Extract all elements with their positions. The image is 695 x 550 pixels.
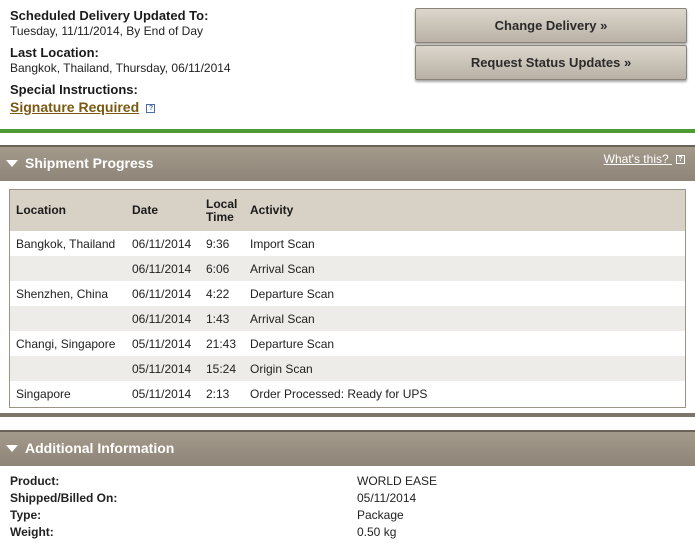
whats-this-link[interactable]: What's this? ?	[604, 152, 685, 166]
section-divider	[0, 129, 695, 133]
table-row: 06/11/2014 1:43 Arrival Scan	[10, 306, 685, 331]
cell-date: 05/11/2014	[132, 361, 192, 376]
cell-date: 05/11/2014	[132, 386, 192, 401]
cell-activity: Departure Scan	[250, 286, 335, 301]
cell-time: 2:13	[206, 386, 230, 401]
help-icon[interactable]: ?	[146, 104, 156, 114]
table-row: 05/11/2014 15:24 Origin Scan	[10, 356, 685, 381]
info-key: Weight:	[10, 525, 54, 539]
table-row: Changi, Singapore 05/11/2014 21:43 Depar…	[10, 331, 685, 356]
help-icon[interactable]: ?	[676, 155, 685, 165]
delivery-summary: Scheduled Delivery Updated To: Tuesday, …	[10, 8, 400, 121]
table-row: Bangkok, Thailand 06/11/2014 9:36 Import…	[10, 231, 685, 256]
request-status-updates-button[interactable]: Request Status Updates »	[415, 45, 687, 80]
table-row: Singapore 05/11/2014 2:13 Order Processe…	[10, 381, 685, 406]
cell-activity: Departure Scan	[250, 336, 335, 351]
cell-time: 9:36	[206, 236, 230, 251]
shipment-progress-header[interactable]: Shipment Progress What's this? ?	[0, 145, 695, 181]
table-row: 06/11/2014 6:06 Arrival Scan	[10, 256, 685, 281]
cell-location: Shenzhen, China	[16, 286, 109, 301]
cell-time: 21:43	[206, 336, 237, 351]
table-row: Shenzhen, China 06/11/2014 4:22 Departur…	[10, 281, 685, 306]
special-instructions-label: Special Instructions:	[10, 82, 138, 97]
cell-location: Changi, Singapore	[16, 336, 116, 351]
cell-time: 4:22	[206, 286, 230, 301]
column-header-local-time: Local Time	[206, 196, 238, 224]
cell-date: 05/11/2014	[132, 336, 192, 351]
cell-date: 06/11/2014	[132, 236, 192, 251]
scheduled-delivery-value: Tuesday, 11/11/2014, By End of Day	[10, 24, 204, 38]
column-header-activity: Activity	[250, 203, 294, 217]
cell-time: 6:06	[206, 261, 230, 276]
cell-location	[10, 356, 126, 381]
table-header-row: Location Date Local Time Activity	[10, 190, 685, 231]
column-header-location: Location	[16, 203, 66, 217]
info-key: Product:	[10, 474, 60, 488]
info-row-type: Type: Package	[10, 508, 690, 525]
cell-location	[10, 306, 126, 331]
scheduled-delivery-label: Scheduled Delivery Updated To:	[10, 8, 209, 23]
info-row-shipped-billed: Shipped/Billed On: 05/11/2014	[10, 491, 690, 508]
info-row-weight: Weight: 0.50 kg	[10, 525, 690, 542]
last-location-value: Bangkok, Thailand, Thursday, 06/11/2014	[10, 61, 231, 75]
whats-this-label[interactable]: What's this?	[604, 152, 669, 166]
info-row-product: Product: WORLD EASE	[10, 474, 690, 491]
cell-activity: Arrival Scan	[250, 261, 315, 276]
collapse-triangle-icon[interactable]	[6, 445, 18, 452]
scheduled-delivery: Scheduled Delivery Updated To: Tuesday, …	[10, 8, 400, 39]
section-divider	[0, 413, 695, 417]
last-location-label: Last Location:	[10, 45, 99, 60]
info-value: Package	[357, 508, 404, 522]
change-delivery-button[interactable]: Change Delivery »	[415, 8, 687, 43]
info-key: Type:	[10, 508, 42, 522]
cell-time: 1:43	[206, 311, 230, 326]
info-value: 05/11/2014	[357, 491, 417, 505]
cell-location: Singapore	[16, 386, 71, 401]
shipment-progress-table: Location Date Local Time Activity Bangko…	[9, 189, 686, 408]
cell-activity: Order Processed: Ready for UPS	[250, 386, 428, 401]
cell-activity: Import Scan	[250, 236, 315, 251]
column-header-date: Date	[132, 203, 159, 217]
additional-information-title: Additional Information	[25, 440, 175, 456]
additional-information-header[interactable]: Additional Information	[0, 430, 695, 466]
cell-date: 06/11/2014	[132, 261, 192, 276]
cell-date: 06/11/2014	[132, 286, 192, 301]
cell-activity: Arrival Scan	[250, 311, 315, 326]
special-instructions: Special Instructions: Signature Required…	[10, 82, 400, 115]
info-key: Shipped/Billed On:	[10, 491, 118, 505]
additional-information-list: Product: WORLD EASE Shipped/Billed On: 0…	[10, 474, 690, 542]
signature-required-link[interactable]: Signature Required	[10, 99, 139, 115]
cell-location: Bangkok, Thailand	[16, 236, 116, 251]
cell-date: 06/11/2014	[132, 311, 192, 326]
info-value: 0.50 kg	[357, 525, 397, 539]
info-value: WORLD EASE	[357, 474, 438, 488]
last-location: Last Location: Bangkok, Thailand, Thursd…	[10, 45, 400, 76]
cell-location	[10, 256, 126, 281]
cell-time: 15:24	[206, 361, 237, 376]
collapse-triangle-icon[interactable]	[6, 160, 18, 167]
cell-activity: Origin Scan	[250, 361, 313, 376]
shipment-progress-title: Shipment Progress	[25, 155, 154, 171]
